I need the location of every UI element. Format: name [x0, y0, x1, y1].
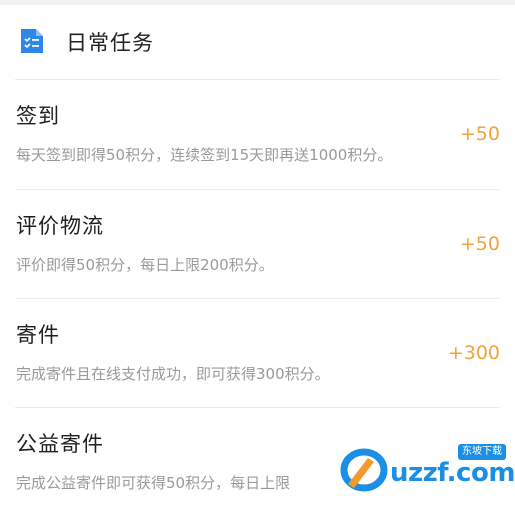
section-title: 日常任务	[66, 31, 154, 55]
task-points: +50	[459, 123, 500, 145]
section-header: 日常任务	[0, 5, 515, 79]
task-item-send-package[interactable]: 寄件 完成寄件且在线支付成功，即可获得300积分。 +300	[0, 299, 515, 407]
task-points: +300	[447, 342, 500, 364]
task-description: 每天签到即得50积分，连续签到15天即再送1000积分。	[16, 146, 393, 164]
watermark-ring-icon	[338, 444, 394, 494]
task-list-icon	[18, 27, 46, 55]
task-description: 完成寄件且在线支付成功，即可获得300积分。	[16, 365, 330, 383]
task-title: 寄件	[16, 323, 60, 347]
task-title: 公益寄件	[16, 432, 104, 456]
task-item-checkin[interactable]: 签到 每天签到即得50积分，连续签到15天即再送1000积分。 +50	[0, 80, 515, 188]
task-points: +50	[459, 233, 500, 255]
task-description: 评价即得50积分，每日上限200积分。	[16, 256, 274, 274]
task-title: 评价物流	[16, 214, 104, 238]
watermark-badge: 东坡下载	[458, 444, 506, 460]
task-description: 完成公益寄件即可获得50积分，每日上限	[16, 474, 291, 492]
task-title: 签到	[16, 104, 60, 128]
task-item-rate-logistics[interactable]: 评价物流 评价即得50积分，每日上限200积分。 +50	[0, 190, 515, 298]
watermark-logo: uzzf.com 东坡下载	[338, 440, 515, 500]
watermark-text: uzzf.com	[390, 458, 515, 488]
